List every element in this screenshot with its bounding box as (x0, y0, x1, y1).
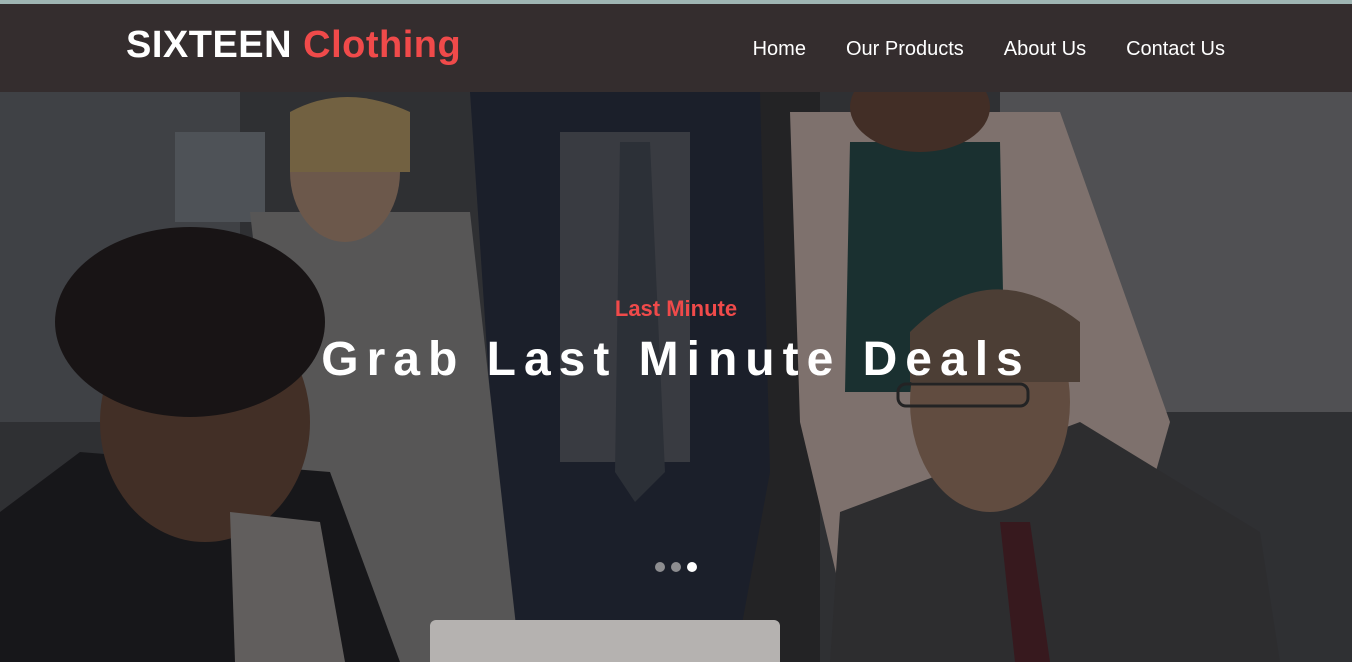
laptop-image-detail (430, 620, 780, 662)
top-navbar: SIXTEEN Clothing Home Our Products About… (0, 4, 1352, 92)
nav-our-products-link[interactable]: Our Products (846, 38, 964, 61)
nav-home-link[interactable]: Home (753, 38, 806, 61)
hero-title: Grab Last Minute Deals (321, 333, 1031, 386)
carousel-dot-3-active[interactable] (687, 562, 697, 572)
hero-subtitle: Last Minute (614, 296, 738, 321)
carousel-dot-1[interactable] (655, 562, 665, 572)
carousel-dot-2[interactable] (671, 562, 681, 572)
brand-name-primary: SIXTEEN (126, 24, 293, 66)
hero-carousel: Last Minute Grab Last Minute Deals (0, 92, 1352, 662)
carousel-indicators (655, 562, 697, 572)
nav-contact-us-link[interactable]: Contact Us (1126, 38, 1225, 61)
brand-name-accent: Clothing (303, 24, 462, 66)
brand-logo-link[interactable]: SIXTEEN Clothing (126, 24, 461, 67)
main-nav: Home Our Products About Us Contact Us (753, 38, 1225, 61)
nav-about-us-link[interactable]: About Us (1004, 38, 1086, 61)
